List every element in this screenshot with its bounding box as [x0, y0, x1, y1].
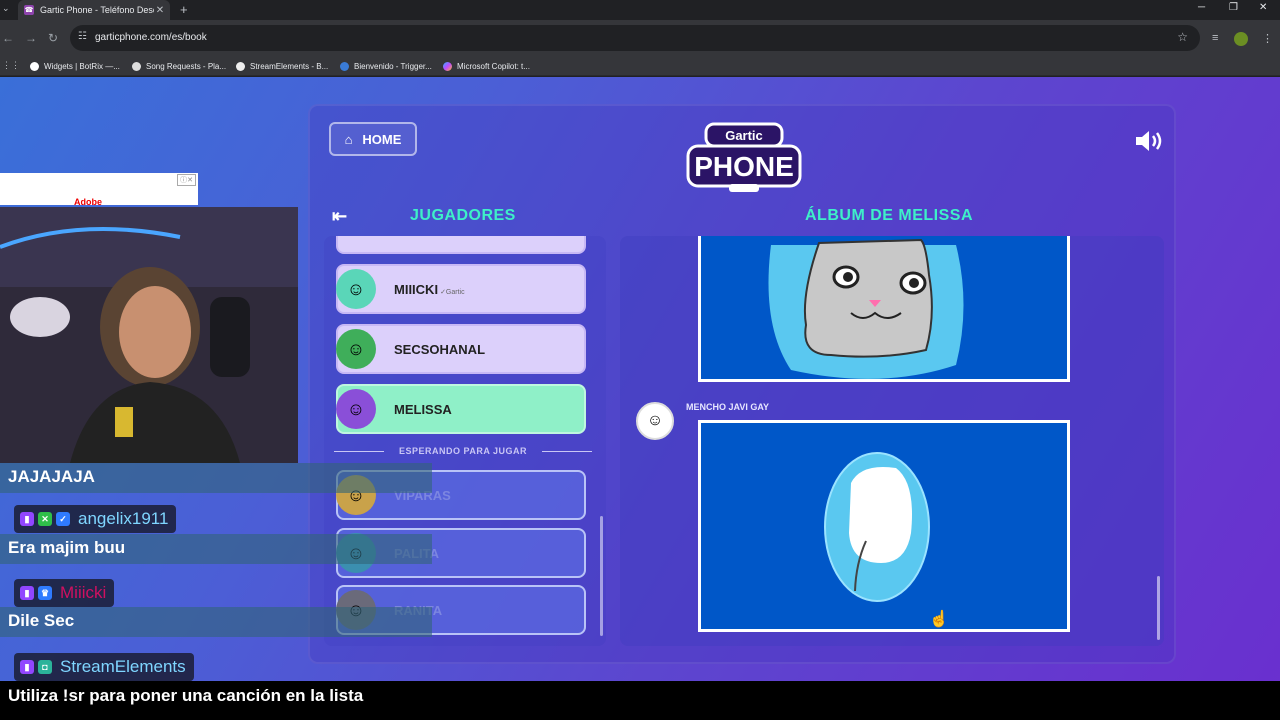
bookmark-item[interactable]: Widgets | BotRix —...: [30, 59, 120, 73]
bookmark-item[interactable]: StreamElements - B...: [236, 59, 328, 73]
home-label: HOME: [362, 131, 402, 147]
home-button[interactable]: ⌂ HOME: [329, 122, 417, 156]
ad-banner[interactable]: Adobe ⓘ✕: [0, 173, 198, 207]
chat-username: StreamElements: [60, 657, 186, 676]
players-heading: JUGADORES: [410, 207, 516, 224]
webcam-feed: [0, 207, 298, 463]
twitch-badge-icon: ▮: [20, 660, 34, 674]
logo-bottom-text: PHONE: [694, 151, 794, 182]
sound-icon[interactable]: [1134, 130, 1164, 152]
chat-username-tag: ▮ ♛ Miiicki: [14, 579, 115, 607]
media-controls-icon[interactable]: ≡: [1212, 32, 1218, 44]
site-info-icon[interactable]: ☷: [78, 31, 87, 42]
twitch-badge-icon: ▮: [20, 512, 34, 526]
player-avatar: ☺: [336, 269, 376, 309]
close-tab-icon[interactable]: ✕: [154, 5, 166, 16]
bookmark-item[interactable]: Microsoft Copilot: t...: [443, 59, 530, 73]
reload-icon[interactable]: ↻: [48, 31, 58, 45]
tab-title: Gartic Phone - Teléfono Descon: [40, 5, 154, 15]
copilot-icon: [443, 61, 452, 71]
author-avatar: ☺: [636, 402, 674, 440]
bookmarks-bar: ⋮⋮ Widgets | BotRix —... Song Requests -…: [0, 56, 1280, 76]
player-card-melissa[interactable]: ☺ MELISSA: [336, 384, 586, 434]
player-name: SECSOHANAL: [394, 341, 486, 357]
back-icon[interactable]: ←: [2, 31, 14, 45]
collapse-arrow-icon[interactable]: ⇤: [332, 206, 347, 227]
chat-message: Dile Sec: [0, 607, 432, 637]
player-card-secsohanal[interactable]: ☺ SECSOHANAL: [336, 324, 586, 374]
player-card-partial[interactable]: [336, 236, 586, 254]
chat-message: Era majim buu: [0, 534, 432, 564]
bot-badge-icon: ◘: [38, 660, 52, 674]
hand-cursor-icon: ☝: [929, 611, 949, 628]
restore-icon[interactable]: ❐: [1229, 2, 1238, 13]
drawing-egg: [698, 420, 1070, 632]
chat-caption-bar: Utiliza !sr para poner una canción en la…: [0, 681, 1280, 720]
gartic-phone-logo: Gartic PHONE: [686, 122, 802, 192]
player-avatar: ☺: [336, 329, 376, 369]
streamelements-icon: [236, 61, 245, 71]
player-name: MIIICKI ✓Gartic: [394, 281, 465, 297]
minimize-icon[interactable]: ─: [1198, 2, 1205, 13]
bookmark-label: Microsoft Copilot: t...: [457, 61, 530, 71]
chat-username-tag: ▮ ✕ ✓ angelix1911: [14, 505, 177, 533]
chat-username: angelix1911: [78, 509, 169, 528]
drawing-cat: [698, 236, 1070, 382]
apps-grid-icon[interactable]: ⋮⋮: [2, 60, 20, 71]
bookmark-label: Song Requests - Pla...: [146, 61, 227, 71]
bookmark-item[interactable]: Bienvenido - Trigger...: [340, 59, 432, 73]
album-scrollbar[interactable]: [1157, 576, 1160, 640]
trigger-icon: [340, 61, 349, 71]
players-list[interactable]: ☺ MIIICKI ✓Gartic ☺ SECSOHANAL ☺ MELISSA …: [324, 236, 606, 646]
bookmark-label: Widgets | BotRix —...: [44, 61, 120, 71]
address-bar[interactable]: ☷ garticphone.com/es/book ☆: [70, 25, 1200, 51]
chat-username: Miiicki: [60, 583, 107, 602]
new-tab-icon[interactable]: +: [180, 2, 188, 17]
tab-search-chevron-icon[interactable]: ⌄: [2, 3, 10, 14]
game-page: ⌂ HOME Gartic PHONE ⇤ JUGADORES ÁLBUM DE…: [0, 77, 1280, 720]
url-text: garticphone.com/es/book: [95, 32, 207, 43]
home-icon: ⌂: [344, 131, 353, 147]
album-heading: ÁLBUM DE MELISSA: [805, 207, 973, 224]
window-close-icon[interactable]: ✕: [1259, 2, 1267, 13]
gartic-favicon-icon: ☎: [24, 5, 34, 15]
kebab-menu-icon[interactable]: ⋮: [1262, 32, 1273, 45]
player-card-miiicki[interactable]: ☺ MIIICKI ✓Gartic: [336, 264, 586, 314]
browser-tab[interactable]: ☎ Gartic Phone - Teléfono Descon ✕: [18, 0, 170, 20]
mod-badge-icon: ✕: [38, 512, 52, 526]
logo-top-text: Gartic: [725, 128, 763, 143]
album-viewer[interactable]: ☺ MENCHO JAVI GAY: [620, 236, 1164, 646]
chat-text: Era majim buu: [8, 538, 126, 557]
chat-text: Dile Sec: [8, 611, 75, 630]
song-requests-icon: [132, 61, 141, 71]
caption-text: Utiliza !sr para poner una canción en la…: [8, 686, 364, 705]
profile-avatar[interactable]: [1234, 32, 1248, 46]
browser-toolbar: ← → ↻ ☷ garticphone.com/es/book ☆ ≡ ⋮: [0, 20, 1280, 56]
verified-badge-icon: ✓: [56, 512, 70, 526]
chat-message: JAJAJAJA: [0, 463, 432, 493]
bookmark-label: StreamElements - B...: [250, 61, 329, 71]
players-scrollbar[interactable]: [600, 516, 603, 636]
player-name: MELISSA: [394, 401, 452, 417]
author-name: MENCHO JAVI GAY: [686, 402, 770, 412]
twitch-badge-icon: ▮: [20, 586, 34, 600]
bookmark-label: Bienvenido - Trigger...: [354, 61, 432, 71]
bookmark-item[interactable]: Song Requests - Pla...: [132, 59, 226, 73]
botrix-icon: [30, 61, 39, 71]
tab-strip: ⌄ ☎ Gartic Phone - Teléfono Descon ✕ + ─…: [0, 0, 1280, 20]
chat-username-tag: ▮ ◘ StreamElements: [14, 653, 194, 681]
game-panel: ⌂ HOME Gartic PHONE ⇤ JUGADORES ÁLBUM DE…: [308, 104, 1176, 664]
waiting-label: ESPERANDO PARA JUGAR: [334, 446, 592, 456]
crown-badge-icon: ♛: [38, 586, 52, 600]
bookmark-star-icon[interactable]: ☆: [1177, 30, 1188, 44]
ad-text: Adobe: [74, 197, 102, 207]
player-avatar: ☺: [336, 389, 376, 429]
chat-text: JAJAJAJA: [8, 467, 95, 486]
ad-close-icon[interactable]: ⓘ✕: [177, 174, 196, 186]
forward-icon[interactable]: →: [25, 31, 37, 45]
